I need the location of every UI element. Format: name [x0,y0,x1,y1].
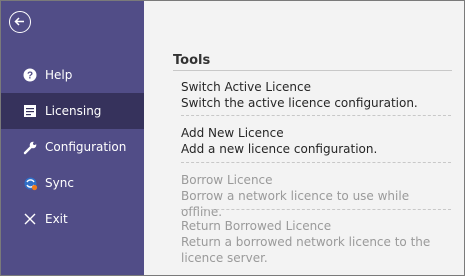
return-borrowed-licence-action[interactable]: Return Borrowed Licence Return a borrowe… [181,218,451,266]
section-divider [173,70,452,71]
back-button[interactable] [9,11,31,33]
sidebar-item-label: Sync [45,176,74,190]
sidebar-nav: ? Help Licensing Configuration Sync Exit [1,57,144,237]
action-description: Switch the active licence configuration. [181,96,418,110]
sync-icon [22,175,38,191]
main-content: Tools Switch Active Licence Switch the a… [144,1,464,275]
action-title: Add New Licence [181,126,284,140]
back-arrow-icon [14,17,24,26]
licensing-window: ? Help Licensing Configuration Sync Exit… [0,0,465,276]
action-description: Borrow a network licence to use while of… [181,189,410,219]
action-title: Return Borrowed Licence [181,219,332,233]
sidebar-item-help[interactable]: ? Help [1,57,144,93]
sidebar-item-licensing[interactable]: Licensing [1,93,144,129]
help-icon: ? [22,67,38,83]
sidebar-item-configuration[interactable]: Configuration [1,129,144,165]
sidebar-item-label: Help [45,68,73,82]
wrench-icon [22,139,38,155]
switch-active-licence-action[interactable]: Switch Active Licence Switch the active … [181,79,451,111]
action-title: Borrow Licence [181,173,273,187]
sidebar-item-sync[interactable]: Sync [1,165,144,201]
svg-text:?: ? [27,71,33,82]
action-separator [181,115,451,116]
borrow-licence-action[interactable]: Borrow Licence Borrow a network licence … [181,172,451,220]
action-separator [181,162,451,163]
licensing-icon [22,103,38,119]
section-title: Tools [173,53,211,68]
sidebar-item-exit[interactable]: Exit [1,201,144,237]
close-icon [22,211,38,227]
sidebar-item-label: Licensing [45,104,102,118]
action-description: Add a new licence configuration. [181,142,378,156]
sidebar-item-label: Exit [45,212,68,226]
action-description: Return a borrowed network licence to the… [181,235,431,265]
action-separator [181,209,451,210]
sidebar-item-label: Configuration [45,140,127,154]
action-title: Switch Active Licence [181,80,312,94]
sidebar: ? Help Licensing Configuration Sync Exit [1,1,144,275]
add-new-licence-action[interactable]: Add New Licence Add a new licence config… [181,125,451,157]
